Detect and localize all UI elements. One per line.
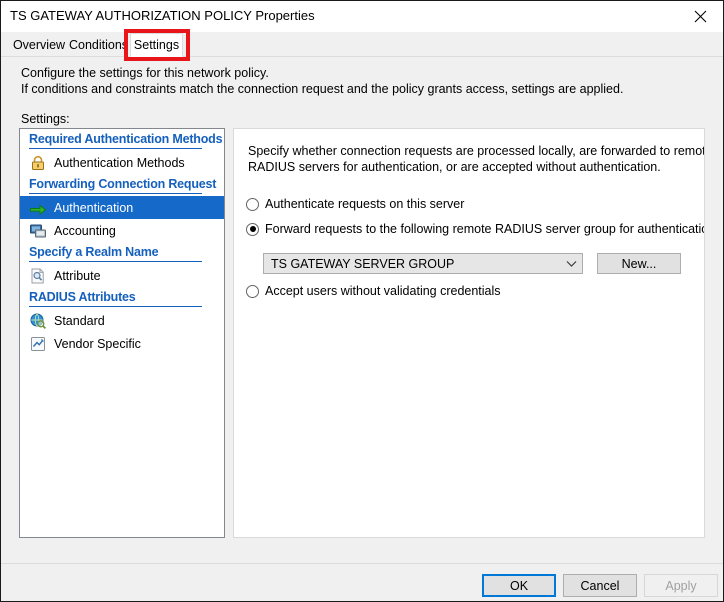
new-server-group-button[interactable]: New... — [597, 253, 681, 274]
cancel-button-label: Cancel — [580, 578, 620, 593]
tab-strip: Overview Conditions Settings — [1, 29, 723, 61]
tree-group-specify-a-realm-name: Specify a Realm Name — [20, 242, 224, 264]
group-underline — [29, 261, 202, 262]
checkbox-pencil-icon — [29, 335, 47, 353]
apply-button-label: Apply — [665, 578, 697, 593]
panel-description: Specify whether connection requests are … — [248, 143, 705, 175]
window-title: TS GATEWAY AUTHORIZATION POLICY Properti… — [10, 8, 315, 23]
settings-detail-panel: Specify whether connection requests are … — [233, 128, 705, 538]
tree-item-label: Vendor Specific — [54, 336, 141, 351]
ok-button-label: OK — [509, 578, 529, 593]
tab-settings-label: Settings — [133, 38, 180, 52]
tree-item-authentication-methods[interactable]: Authentication Methods — [20, 151, 224, 174]
chevron-down-icon — [560, 260, 582, 268]
radio-button-indicator — [246, 222, 259, 236]
tree-item-label: Authentication Methods — [54, 155, 185, 170]
tree-group-radius-attributes: RADIUS Attributes — [20, 287, 224, 309]
padlock-icon — [29, 154, 47, 172]
tab-overview[interactable]: Overview — [11, 33, 67, 56]
tree-group-required-authentication-methods: Required Authentication Methods — [20, 129, 224, 151]
tree-item-standard[interactable]: Standard — [20, 309, 224, 332]
tree-group-forwarding-connection-request: Forwarding Connection Request — [20, 174, 224, 196]
new-button-label: New... — [621, 256, 657, 271]
title-bar: TS GATEWAY AUTHORIZATION POLICY Properti… — [1, 1, 723, 32]
dialog-description: Configure the settings for this network … — [21, 65, 623, 97]
group-underline — [29, 148, 202, 149]
tree-item-label: Accounting — [54, 223, 116, 238]
settings-tree[interactable]: Required Authentication Methods Authenti… — [19, 128, 225, 538]
panel-description-line-1: Specify whether connection requests are … — [248, 144, 705, 158]
close-button[interactable] — [678, 1, 723, 31]
group-underline — [29, 306, 202, 307]
tree-item-accounting[interactable]: Accounting — [20, 219, 224, 242]
radio-label: Authenticate requests on this server — [265, 197, 465, 211]
computers-icon — [29, 222, 47, 240]
panel-description-line-2: RADIUS servers for authentication, or ar… — [248, 160, 661, 174]
tree-item-label: Authentication — [54, 200, 134, 215]
globe-magnifier-icon — [29, 312, 47, 330]
tab-conditions[interactable]: Conditions — [67, 33, 130, 56]
footer-separator — [1, 563, 723, 564]
ok-button[interactable]: OK — [482, 574, 556, 597]
green-arrow-icon — [29, 199, 47, 217]
description-line-2: If conditions and constraints match the … — [21, 82, 624, 96]
tree-group-label: Specify a Realm Name — [29, 245, 159, 259]
document-magnifier-icon — [29, 267, 47, 285]
radio-button-indicator — [246, 197, 259, 211]
tab-settings[interactable]: Settings — [130, 33, 183, 57]
tree-item-attribute[interactable]: Attribute — [20, 264, 224, 287]
radio-button-indicator — [246, 284, 259, 298]
tree-group-label: Required Authentication Methods — [29, 132, 223, 146]
close-icon — [694, 10, 707, 23]
settings-list-label: Settings: — [21, 112, 70, 126]
tree-item-label: Standard — [54, 313, 105, 328]
tree-item-vendor-specific[interactable]: Vendor Specific — [20, 332, 224, 355]
properties-dialog: TS GATEWAY AUTHORIZATION POLICY Properti… — [0, 0, 724, 602]
server-group-selected-value: TS GATEWAY SERVER GROUP — [271, 256, 455, 271]
server-group-dropdown[interactable]: TS GATEWAY SERVER GROUP — [263, 253, 583, 274]
radio-authenticate-on-this-server[interactable]: Authenticate requests on this server — [246, 197, 464, 211]
radio-label: Accept users without validating credenti… — [265, 284, 501, 298]
tree-item-label: Attribute — [54, 268, 101, 283]
radio-accept-users-without-validating[interactable]: Accept users without validating credenti… — [246, 284, 501, 298]
tab-conditions-label: Conditions — [68, 37, 129, 52]
tab-overview-label: Overview — [12, 37, 66, 52]
radio-label: Forward requests to the following remote… — [265, 222, 705, 236]
apply-button: Apply — [644, 574, 718, 597]
dialog-body: Overview Conditions Settings Configure t… — [1, 29, 723, 601]
description-line-1: Configure the settings for this network … — [21, 66, 269, 80]
tree-item-authentication[interactable]: Authentication — [20, 196, 224, 219]
cancel-button[interactable]: Cancel — [563, 574, 637, 597]
group-underline — [29, 193, 202, 194]
tree-group-label: Forwarding Connection Request — [29, 177, 217, 191]
tree-group-label: RADIUS Attributes — [29, 290, 136, 304]
radio-forward-requests[interactable]: Forward requests to the following remote… — [246, 222, 705, 236]
